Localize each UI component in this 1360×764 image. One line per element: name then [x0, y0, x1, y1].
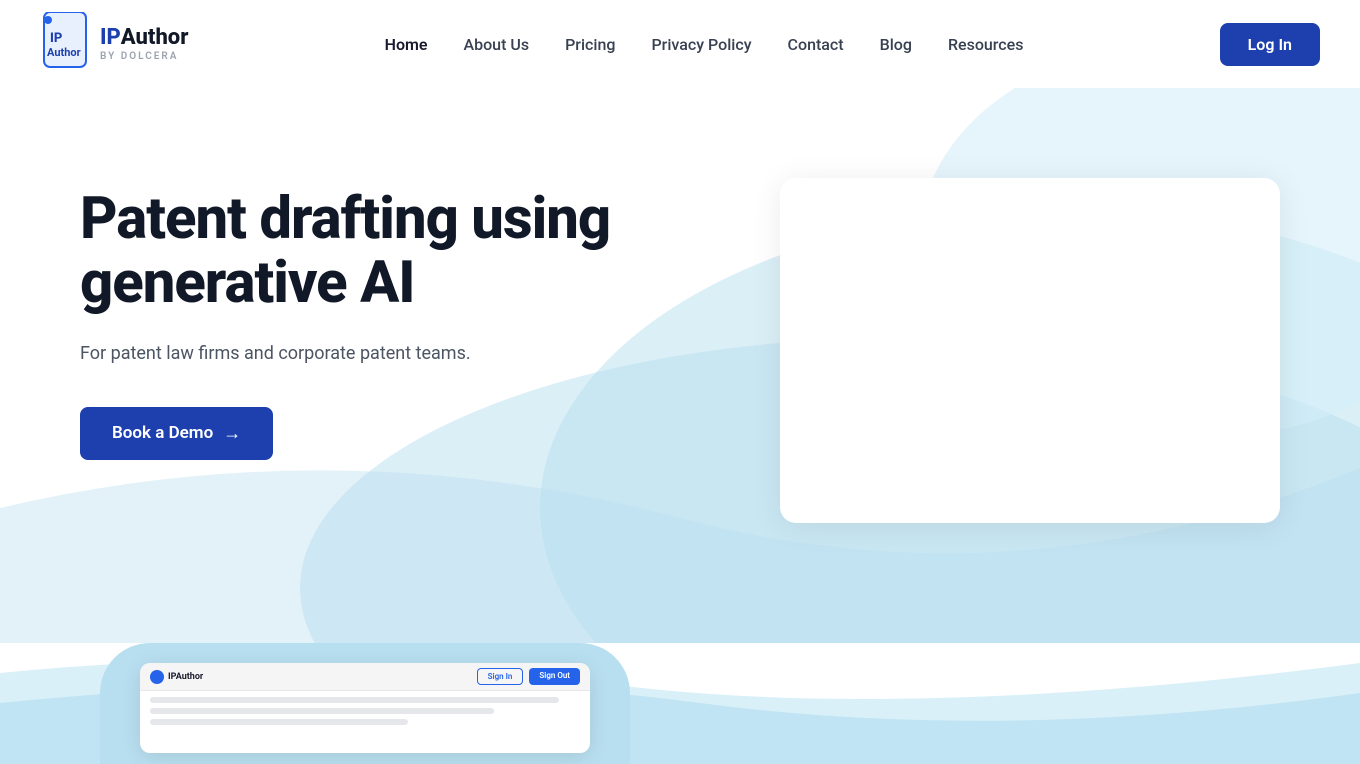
mockup-window: IPAuthor Sign In Sign Out [140, 663, 590, 753]
mockup-container: IPAuthor Sign In Sign Out [100, 643, 640, 764]
nav-pricing[interactable]: Pricing [565, 35, 615, 54]
login-button[interactable]: Log In [1220, 23, 1320, 66]
logo-tagline: BY DOLCERA [100, 51, 188, 62]
book-demo-button[interactable]: Book a Demo → [80, 407, 273, 460]
nav-blog[interactable]: Blog [880, 35, 912, 54]
mockup-titlebar: IPAuthor Sign In Sign Out [140, 663, 590, 691]
svg-text:Author: Author [47, 46, 81, 59]
book-demo-label: Book a Demo [112, 423, 213, 443]
nav-links: Home About Us Pricing Privacy Policy Con… [385, 35, 1024, 54]
hero-section: Patent drafting using generative AI For … [0, 88, 1360, 643]
navbar: IP Author IP Author BY DOLCERA Home Abou… [0, 0, 1360, 88]
arrow-right-icon: → [223, 423, 241, 444]
mockup-logo-dot [150, 670, 164, 684]
mockup-line-2 [150, 708, 494, 714]
mockup-logo-label: IPAuthor [168, 672, 203, 682]
logo-author: Author [121, 26, 189, 50]
hero-left-panel: Patent drafting using generative AI For … [80, 148, 610, 460]
mockup-bg: IPAuthor Sign In Sign Out [100, 643, 630, 764]
logo-text: IP Author BY DOLCERA [100, 26, 188, 61]
bottom-section: IPAuthor Sign In Sign Out [0, 643, 1360, 764]
hero-title-line2: generative AI [80, 249, 415, 317]
mockup-content-area [140, 691, 590, 753]
svg-text:IP: IP [50, 31, 62, 46]
mockup-line-3 [150, 719, 408, 725]
logo-icon: IP Author [40, 12, 90, 77]
hero-title: Patent drafting using generative AI [80, 188, 610, 316]
mockup-signin-btn: Sign In [477, 668, 524, 685]
mockup-line-1 [150, 697, 559, 703]
nav-privacy[interactable]: Privacy Policy [651, 35, 751, 54]
brand-logo[interactable]: IP Author IP Author BY DOLCERA [40, 12, 188, 77]
logo-ip: IP [100, 26, 121, 50]
hero-subtitle: For patent law firms and corporate paten… [80, 340, 610, 367]
nav-home[interactable]: Home [385, 35, 428, 54]
mockup-logo: IPAuthor [150, 670, 203, 684]
nav-resources[interactable]: Resources [948, 35, 1024, 54]
hero-title-line1: Patent drafting using [80, 185, 610, 253]
nav-about[interactable]: About Us [464, 35, 530, 54]
mockup-buttons: Sign In Sign Out [477, 668, 580, 685]
nav-contact[interactable]: Contact [788, 35, 844, 54]
hero-content: Patent drafting using generative AI For … [0, 88, 1360, 643]
hero-preview-card [780, 178, 1280, 523]
mockup-signout-btn: Sign Out [529, 668, 580, 685]
